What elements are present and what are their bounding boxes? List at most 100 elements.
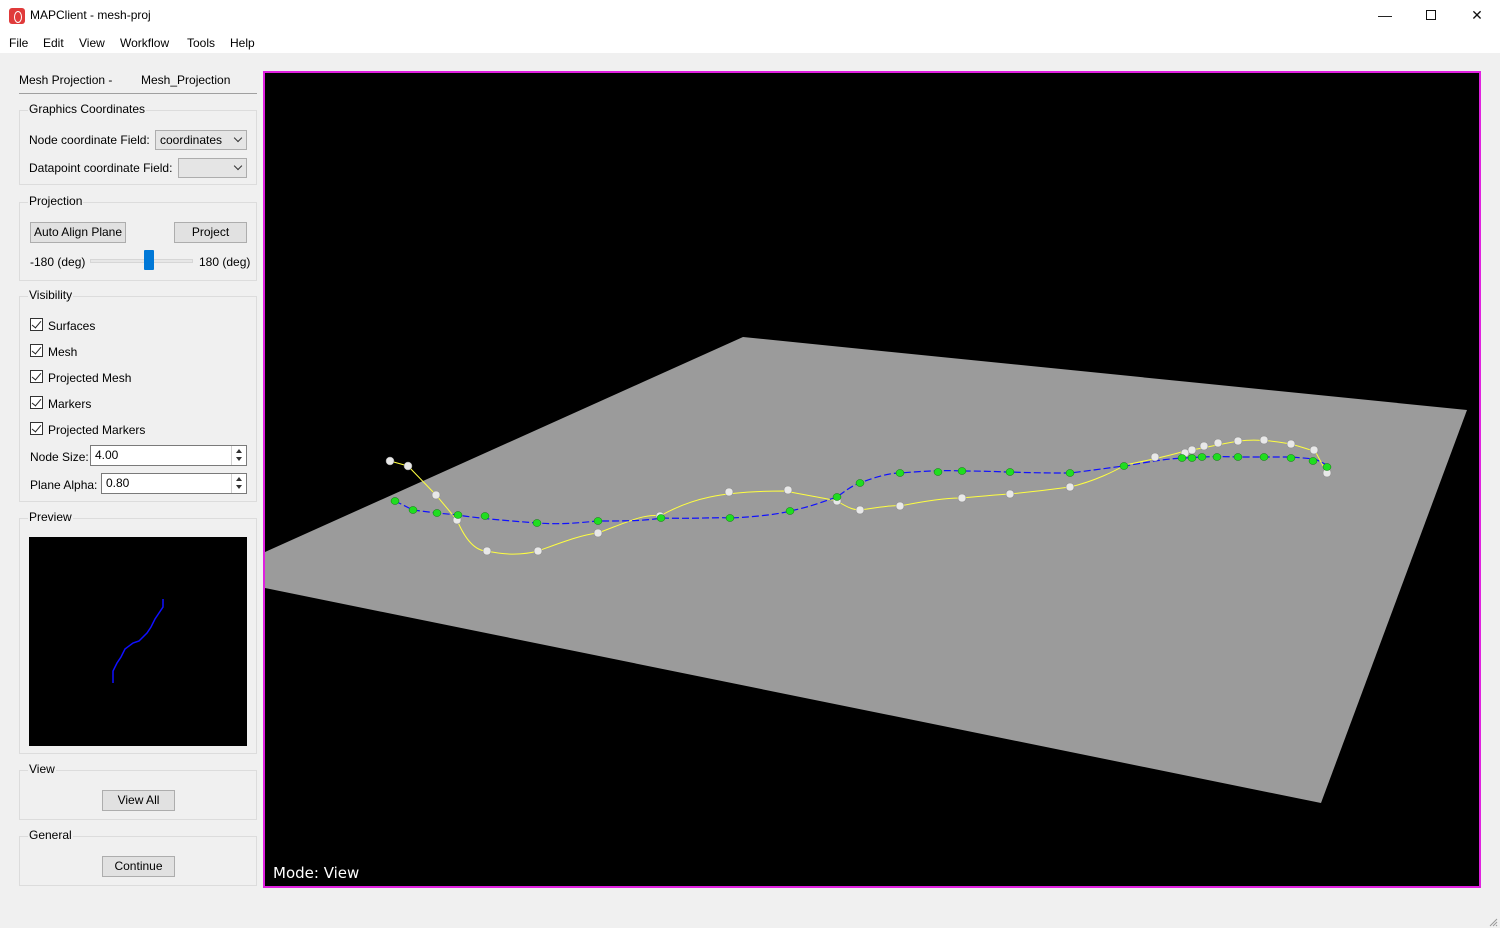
- app-logo-icon: [9, 8, 25, 24]
- window-title: MAPClient - mesh-proj: [30, 8, 151, 22]
- projected-markers-checkbox[interactable]: [30, 422, 43, 435]
- rotation-slider-handle[interactable]: [143, 250, 154, 270]
- markers-label: Markers: [48, 397, 92, 411]
- close-icon: ✕: [1471, 6, 1483, 23]
- minimize-button[interactable]: —: [1362, 0, 1408, 30]
- view-group: View View All: [19, 762, 257, 820]
- projected-mesh-checkbox[interactable]: [30, 370, 43, 383]
- preview-title: Preview: [28, 510, 73, 524]
- projected-node-26: [1322, 463, 1332, 471]
- mesh-node-18: [1187, 445, 1197, 455]
- projected-node-3: [453, 511, 463, 519]
- view-title: View: [28, 762, 56, 776]
- view-all-button[interactable]: View All: [102, 790, 175, 811]
- project-button[interactable]: Project: [174, 222, 247, 243]
- visibility-group: Visibility Surfaces Mesh Projected Mesh …: [19, 288, 257, 502]
- projected-node-17: [1119, 462, 1129, 470]
- mesh-node-14: [1005, 489, 1015, 499]
- projected-node-18: [1177, 454, 1187, 462]
- continue-button[interactable]: Continue: [102, 856, 175, 877]
- auto-align-plane-button[interactable]: Auto Align Plane: [30, 222, 126, 243]
- mesh-node-11: [855, 505, 865, 515]
- projected-node-23: [1259, 453, 1269, 461]
- mesh-node-13: [957, 493, 967, 503]
- projected-node-8: [725, 514, 735, 522]
- mesh-checkbox[interactable]: [30, 344, 43, 357]
- projected-node-21: [1212, 453, 1222, 461]
- mesh-node-9: [783, 485, 793, 495]
- graphics-coordinates-group: Graphics Coordinates Node coordinate Fie…: [19, 102, 257, 185]
- menu-tools[interactable]: Tools: [187, 36, 215, 50]
- projected-node-4: [480, 512, 490, 520]
- menu-view[interactable]: View: [79, 36, 105, 50]
- spin-arrows-icon[interactable]: [231, 474, 246, 493]
- mesh-node-5: [533, 546, 543, 556]
- projected-mesh-label: Projected Mesh: [48, 371, 132, 385]
- graphics-coordinates-title: Graphics Coordinates: [28, 102, 147, 116]
- projected-node-12: [895, 469, 905, 477]
- resize-grip-icon[interactable]: [1488, 916, 1498, 927]
- markers-checkbox[interactable]: [30, 396, 43, 409]
- mesh-node-4: [482, 546, 492, 556]
- mesh-node-15: [1065, 482, 1075, 492]
- menu-bar: File Edit View Workflow Tools Help: [0, 31, 1500, 53]
- general-title: General: [28, 828, 73, 842]
- mesh-node-12: [895, 501, 905, 511]
- step-name-label: Mesh_Projection: [141, 73, 231, 87]
- menu-file[interactable]: File: [9, 36, 28, 50]
- node-size-spinbox[interactable]: 4.00: [90, 445, 247, 466]
- projected-node-6: [593, 517, 603, 525]
- spin-arrows-icon[interactable]: [231, 446, 246, 465]
- scene-viewport[interactable]: Mode: View: [263, 71, 1481, 888]
- datapoint-coordinate-label: Datapoint coordinate Field:: [29, 161, 173, 175]
- projected-node-13: [933, 468, 943, 476]
- menu-workflow[interactable]: Workflow: [120, 36, 169, 50]
- visibility-title: Visibility: [28, 288, 74, 302]
- mesh-node-20: [1213, 438, 1223, 448]
- node-coordinate-field-select[interactable]: coordinates: [155, 130, 247, 150]
- projected-node-11: [855, 479, 865, 487]
- plane-alpha-value: 0.80: [106, 476, 130, 490]
- plane-alpha-label: Plane Alpha:: [30, 478, 98, 492]
- projected-node-22: [1233, 453, 1243, 461]
- projected-node-20: [1197, 453, 1207, 461]
- mesh-node-0: [385, 456, 395, 466]
- mesh-node-24: [1309, 445, 1319, 455]
- mode-label: Mode: View: [273, 864, 360, 882]
- projected-markers-label: Projected Markers: [48, 423, 146, 437]
- title-bar: MAPClient - mesh-proj — ✕: [0, 0, 1500, 31]
- minimize-icon: —: [1378, 7, 1392, 23]
- menu-help[interactable]: Help: [230, 36, 255, 50]
- projected-node-1: [408, 506, 418, 514]
- menu-edit[interactable]: Edit: [43, 36, 64, 50]
- projected-node-0: [390, 497, 400, 505]
- mesh-node-8: [724, 487, 734, 497]
- projected-node-10: [832, 493, 842, 501]
- rotation-slider-track[interactable]: [90, 259, 193, 263]
- projected-node-14: [957, 467, 967, 475]
- projected-node-25: [1308, 457, 1318, 465]
- projected-node-15: [1005, 468, 1015, 476]
- mesh-node-1: [403, 461, 413, 471]
- mesh-node-23: [1286, 439, 1296, 449]
- projection-title: Projection: [28, 194, 84, 208]
- node-size-label: Node Size:: [30, 450, 89, 464]
- datapoint-coordinate-field-select[interactable]: [178, 158, 247, 178]
- surfaces-label: Surfaces: [48, 319, 96, 333]
- rotation-min-label: -180 (deg): [30, 255, 86, 269]
- step-header: Mesh Projection - Mesh_Projection: [19, 73, 257, 94]
- step-type-label: Mesh Projection -: [19, 73, 113, 87]
- scene-canvas[interactable]: [265, 73, 1479, 886]
- preview-canvas: [29, 537, 247, 746]
- plane-alpha-spinbox[interactable]: 0.80: [101, 473, 247, 494]
- surfaces-checkbox[interactable]: [30, 318, 43, 331]
- close-button[interactable]: ✕: [1454, 0, 1500, 30]
- mesh-node-2: [431, 490, 441, 500]
- projection-plane: [265, 337, 1467, 803]
- mesh-node-21: [1233, 436, 1243, 446]
- projected-node-16: [1065, 469, 1075, 477]
- mesh-node-6: [593, 528, 603, 538]
- node-coordinate-label: Node coordinate Field:: [29, 133, 150, 147]
- maximize-button[interactable]: [1408, 0, 1454, 30]
- control-panel: Mesh Projection - Mesh_Projection Graphi…: [12, 70, 262, 900]
